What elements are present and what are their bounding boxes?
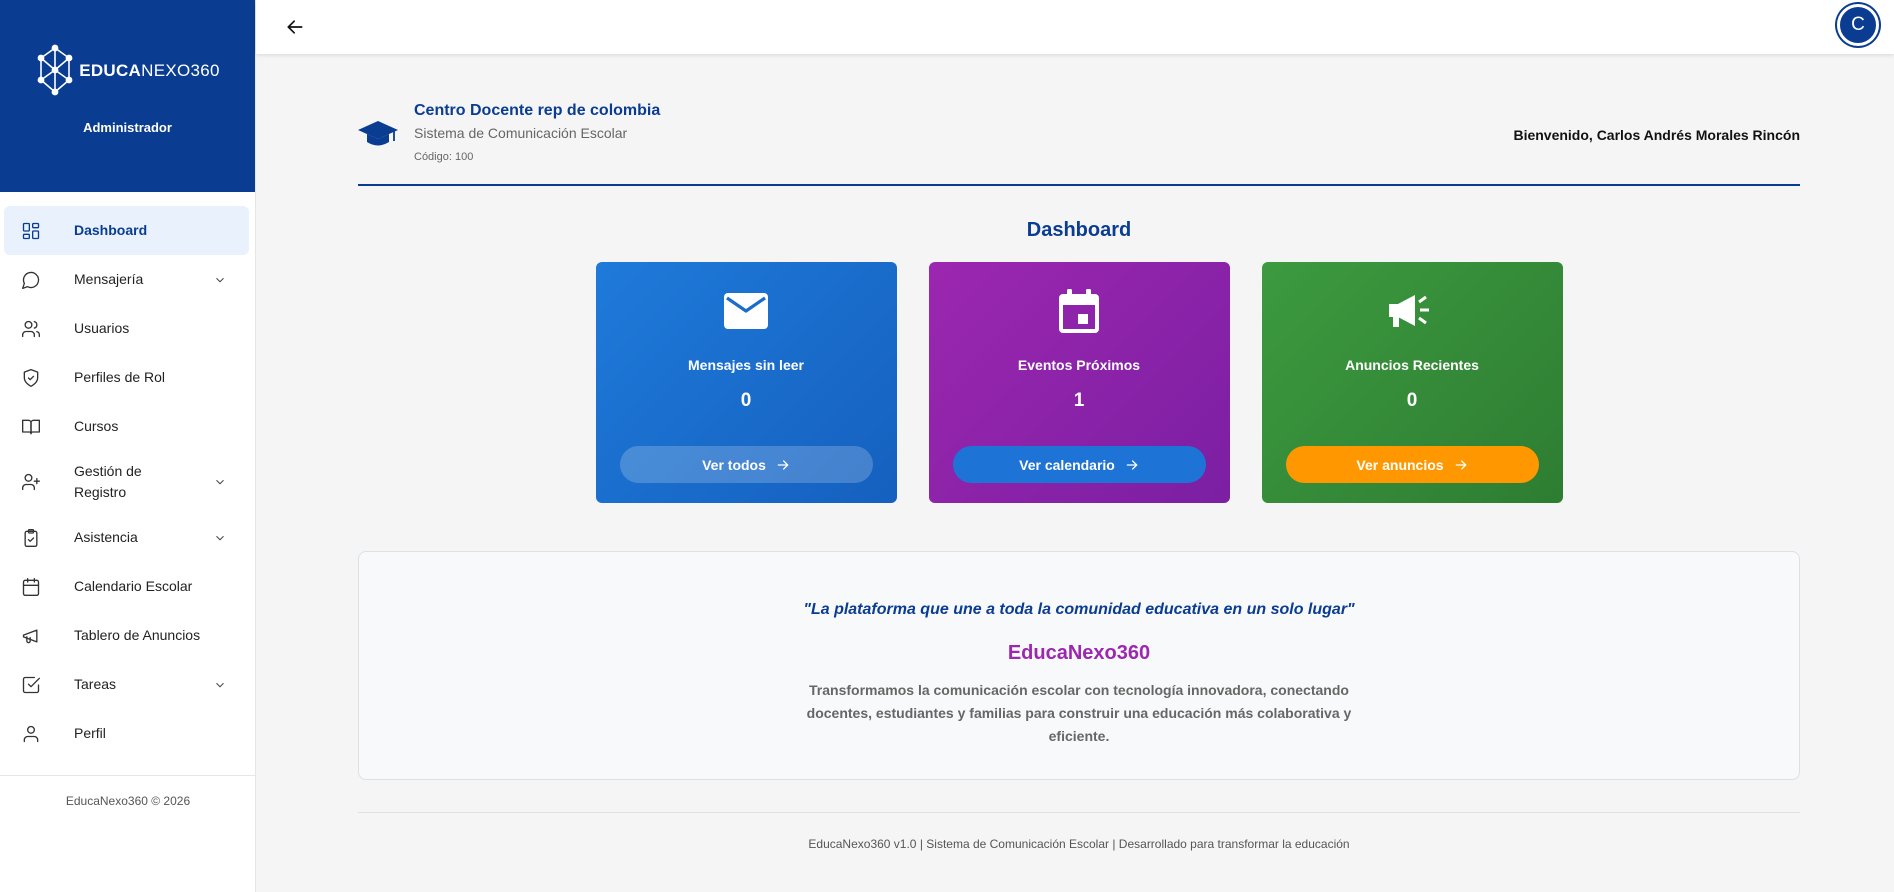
topbar: C [256, 0, 1894, 54]
graduation-cap-icon [358, 121, 398, 146]
sidebar-item-perfil[interactable]: Perfil [4, 709, 249, 758]
sidebar-item-label: Asistencia [74, 529, 138, 545]
sidebar-item-perfiles-de-rol[interactable]: Perfiles de Rol [4, 353, 249, 402]
school-code: Código: 100 [414, 151, 474, 163]
brand-header: EDUCANEXO360 Administrador [0, 0, 255, 192]
button-label: Ver calendario [1019, 456, 1115, 473]
card-title: Mensajes sin leer [688, 357, 804, 373]
sidebar-item-label: Calendario Escolar [74, 578, 193, 594]
card-value: 0 [740, 390, 752, 411]
footer-divider [358, 812, 1800, 813]
slogan: "La plataforma que une a toda la comunid… [803, 601, 1355, 618]
chevron-down-icon[interactable] [213, 678, 227, 692]
calendar-icon [20, 576, 42, 598]
card-title: Anuncios Recientes [1345, 357, 1479, 373]
sidebar-item-tareas[interactable]: Tareas [4, 660, 249, 709]
message-bubble-icon [20, 269, 42, 291]
card-value: 0 [1406, 390, 1418, 411]
checkbox-icon [20, 674, 42, 696]
stat-cards: Mensajes sin leer 0 Ver todos Eventos Pr… [358, 262, 1800, 503]
chevron-down-icon[interactable] [213, 475, 227, 489]
card-title: Eventos Próximos [1017, 357, 1141, 373]
button-label: Ver todos [702, 456, 766, 473]
page-title: Dashboard [1026, 219, 1132, 241]
avatar[interactable]: C [1837, 4, 1879, 46]
sidebar-item-gestion-de-registro[interactable]: Gestión de Registro [4, 451, 249, 513]
upcoming-events-card: Eventos Próximos 1 Ver calendario [928, 262, 1230, 503]
logo-wordmark: EDUCANEXO360 [79, 61, 220, 80]
welcome-message: Bienvenido, Carlos Andrés Morales Rincón [1513, 127, 1800, 143]
sidebar-item-label: Mensajería [74, 271, 144, 287]
brand-name: EducaNexo360 [1007, 642, 1151, 664]
clipboard-check-icon [20, 527, 42, 549]
user-plus-icon [20, 471, 42, 493]
sidebar-item-cursos[interactable]: Cursos [4, 402, 249, 451]
arrow-left-icon [287, 20, 303, 34]
arrow-right-icon [1126, 459, 1138, 470]
sidebar-item-label: Dashboard [74, 222, 148, 238]
users-icon [20, 318, 42, 340]
calendar-event-icon [1056, 288, 1102, 334]
sidebar-item-label: Tablero de Anuncios [74, 627, 201, 643]
network-logo-icon [37, 44, 73, 96]
school-subtitle: Sistema de Comunicación Escolar [414, 125, 628, 141]
view-announcements-button[interactable]: Ver anuncios [1285, 446, 1539, 483]
sidebar: EDUCANEXO360 Administrador Dashboard Men… [0, 0, 256, 892]
sidebar-item-label: Cursos [74, 418, 119, 434]
view-all-messages-button[interactable]: Ver todos [619, 446, 873, 483]
sidebar-item-tablero-de-anuncios[interactable]: Tablero de Anuncios [4, 611, 249, 660]
arrow-right-icon [777, 459, 789, 470]
back-button[interactable] [280, 12, 310, 42]
sidebar-item-label: Perfiles de Rol [74, 369, 166, 385]
chevron-down-icon[interactable] [213, 531, 227, 545]
sidebar-divider [0, 775, 255, 776]
sidebar-item-usuarios[interactable]: Usuarios [4, 304, 249, 353]
main-content: Centro Docente rep de colombia Sistema d… [358, 54, 1800, 851]
promo-panel: "La plataforma que une a toda la comunid… [358, 551, 1800, 780]
sidebar-item-label: Perfil [74, 725, 106, 741]
unread-messages-card: Mensajes sin leer 0 Ver todos [595, 262, 897, 503]
sidebar-item-asistencia[interactable]: Asistencia [4, 513, 249, 562]
dashboard-grid-icon [20, 220, 42, 242]
user-icon [20, 723, 42, 745]
sidebar-item-dashboard[interactable]: Dashboard [4, 206, 249, 255]
sidebar-nav: Dashboard Mensajería Usuarios Perfiles d… [0, 192, 255, 758]
card-value: 1 [1073, 390, 1085, 411]
megaphone-icon [1389, 288, 1435, 334]
sidebar-item-label: Usuarios [74, 320, 130, 336]
shield-check-icon [20, 367, 42, 389]
recent-announcements-card: Anuncios Recientes 0 Ver anuncios [1261, 262, 1563, 503]
school-header: Centro Docente rep de colombia Sistema d… [358, 54, 1800, 186]
button-label: Ver anuncios [1356, 456, 1444, 473]
envelope-icon [723, 288, 769, 334]
book-open-icon [20, 416, 42, 438]
user-role: Administrador [83, 120, 172, 135]
footer-text: EducaNexo360 v1.0 | Sistema de Comunicac… [808, 837, 1350, 851]
arrow-right-icon [1455, 459, 1466, 470]
sidebar-item-calendario-escolar[interactable]: Calendario Escolar [4, 562, 249, 611]
sidebar-item-mensajeria[interactable]: Mensajería [4, 255, 249, 304]
brand-description: Transformamos la comunicación escolar co… [806, 682, 1352, 744]
chevron-down-icon[interactable] [213, 273, 227, 287]
sidebar-item-label: Tareas [74, 676, 117, 692]
school-name: Centro Docente rep de colombia [414, 102, 661, 119]
megaphone-icon [20, 625, 42, 647]
app-logo[interactable]: EDUCANEXO360 [35, 44, 220, 98]
sidebar-copyright: EducaNexo360 © 2026 [65, 794, 191, 808]
sidebar-item-label: Gestión de Registro [74, 463, 142, 500]
view-calendar-button[interactable]: Ver calendario [952, 446, 1206, 483]
